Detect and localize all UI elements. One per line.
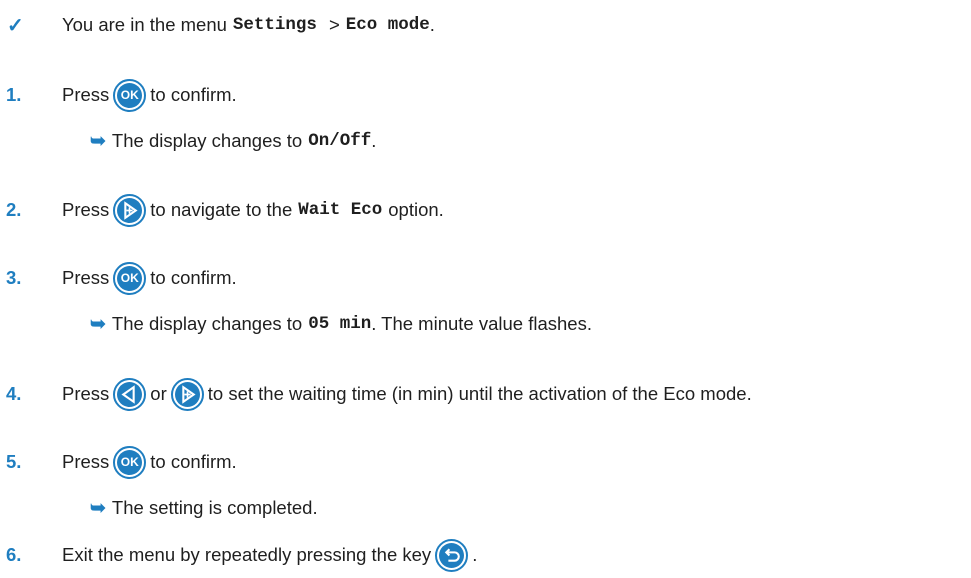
- step-instruction: to confirm.: [150, 451, 237, 472]
- ok-key-icon: OK: [113, 261, 147, 295]
- step-1-result: ➥ The display changes to On/Off .: [0, 121, 971, 161]
- ok-key-label: OK: [117, 82, 143, 108]
- step-6: 6. Exit the menu by repeatedly pressing …: [0, 535, 971, 575]
- result-arrow-icon: ➥: [90, 130, 106, 152]
- step-text: Press OK to confirm.: [62, 75, 237, 115]
- result-intro: The display changes to: [111, 313, 303, 334]
- result-end: . The minute value flashes.: [371, 313, 592, 334]
- step-3: 3. Press OK to confirm.: [0, 258, 971, 298]
- or-label: or: [150, 383, 167, 404]
- step-5: 5. Press OK to confirm.: [0, 442, 971, 482]
- menu-name: Settings: [232, 15, 317, 35]
- option-name: Wait Eco: [298, 200, 383, 220]
- precondition-line: ✓ You are in the menu Settings > Eco mod…: [0, 5, 971, 45]
- press-label: Press: [62, 451, 110, 472]
- step-instruction: to set the waiting time (in min) until t…: [207, 383, 752, 404]
- result-intro: The display changes to: [111, 130, 303, 151]
- ok-key-icon: OK: [113, 445, 147, 479]
- step-instruction-end: option.: [388, 199, 444, 220]
- result-arrow-icon: ➥: [90, 313, 106, 335]
- step-text: Press to navigate to the Wait Eco option…: [62, 190, 444, 230]
- back-key-icon: [435, 538, 469, 572]
- step-text: Press OK to confirm.: [62, 442, 237, 482]
- step-number: 1.: [6, 84, 22, 105]
- submenu-name: Eco mode: [345, 15, 430, 35]
- step-instruction: to navigate to the: [150, 199, 293, 220]
- display-value: On/Off: [308, 131, 372, 151]
- result-text: ➥ The setting is completed.: [90, 488, 318, 528]
- display-value: 05 min: [308, 314, 372, 334]
- ok-key-label: OK: [117, 449, 143, 475]
- press-label: Press: [62, 383, 110, 404]
- precondition-text: You are in the menu Settings > Eco mode …: [62, 5, 435, 45]
- step-text: Press OK to confirm.: [62, 258, 237, 298]
- step-number: 2.: [6, 199, 22, 220]
- step-number: 6.: [6, 544, 22, 565]
- press-label: Press: [62, 267, 110, 288]
- right-arrow-key-icon: [170, 377, 204, 411]
- step-text: Press or to set the waiting time (in min…: [62, 374, 752, 414]
- step-end: .: [472, 544, 478, 565]
- step-number: 3.: [6, 267, 22, 288]
- step-text: Exit the menu by repeatedly pressing the…: [62, 535, 477, 575]
- step-number: 5.: [6, 451, 22, 472]
- result-end: .: [371, 130, 377, 151]
- result-arrow-icon: ➥: [90, 497, 106, 519]
- step-1: 1. Press OK to confirm.: [0, 75, 971, 115]
- step-instruction: to confirm.: [150, 267, 237, 288]
- ok-key-icon: OK: [113, 78, 147, 112]
- menu-separator: >: [328, 14, 340, 35]
- step-instruction: Exit the menu by repeatedly pressing the…: [62, 544, 432, 565]
- step-instruction: to confirm.: [150, 84, 237, 105]
- check-mark-icon: ✓: [7, 14, 24, 37]
- press-label: Press: [62, 84, 110, 105]
- press-label: Press: [62, 199, 110, 220]
- step-5-result: ➥ The setting is completed.: [0, 488, 971, 528]
- result-statement: The setting is completed.: [111, 497, 318, 518]
- step-3-result: ➥ The display changes to 05 min . The mi…: [0, 304, 971, 344]
- step-4: 4. Press or to set the waiting time (in …: [0, 374, 971, 414]
- right-arrow-key-icon: [113, 193, 147, 227]
- ok-key-label: OK: [117, 265, 143, 291]
- precondition-intro: You are in the menu: [62, 14, 227, 35]
- precondition-end: .: [429, 14, 435, 35]
- step-2: 2. Press to navigate to the Wait Eco opt…: [0, 190, 971, 230]
- left-arrow-key-icon: [113, 377, 147, 411]
- result-text: ➥ The display changes to On/Off .: [90, 121, 376, 161]
- result-text: ➥ The display changes to 05 min . The mi…: [90, 304, 592, 344]
- step-number: 4.: [6, 383, 22, 404]
